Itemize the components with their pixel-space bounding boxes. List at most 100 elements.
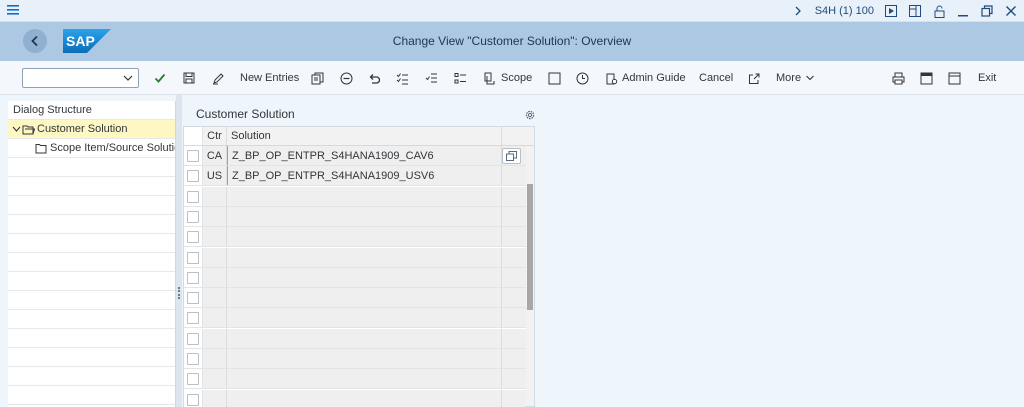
- cell-ctr[interactable]: [203, 206, 227, 226]
- print-button[interactable]: [892, 69, 905, 87]
- cell-solution[interactable]: [227, 267, 502, 287]
- select-block-button[interactable]: [425, 69, 438, 87]
- row-checkbox[interactable]: [187, 210, 199, 223]
- cell-solution[interactable]: [227, 308, 502, 328]
- scope-button[interactable]: Scope: [484, 69, 532, 87]
- cell-ctr[interactable]: US: [203, 166, 227, 186]
- select-all-button[interactable]: [396, 69, 409, 87]
- table-row[interactable]: [184, 247, 534, 268]
- window-layout-button[interactable]: [948, 69, 961, 87]
- table-row[interactable]: US Z_BP_OP_ENTPR_S4HANA1909_USV6: [184, 166, 534, 187]
- minimize-icon[interactable]: [956, 4, 970, 18]
- row-checkbox[interactable]: [187, 170, 199, 183]
- deselect-all-button[interactable]: [454, 69, 467, 87]
- save-button[interactable]: [183, 69, 195, 87]
- undo-button[interactable]: [368, 69, 381, 87]
- cell-ctr[interactable]: [203, 227, 227, 247]
- table-row[interactable]: [184, 369, 534, 390]
- cell-ctr[interactable]: [203, 349, 227, 368]
- cancel-button[interactable]: Cancel: [699, 69, 733, 87]
- cell-solution[interactable]: [227, 206, 502, 226]
- cell-ctr[interactable]: CA: [203, 146, 227, 165]
- copy-as-button[interactable]: [311, 69, 324, 87]
- splitter-handle-icon[interactable]: [178, 287, 180, 299]
- gear-icon[interactable]: [524, 109, 536, 121]
- cell-ctr[interactable]: [203, 186, 227, 206]
- cell-solution[interactable]: [227, 186, 502, 206]
- more-menu-button[interactable]: More: [776, 69, 815, 87]
- chevron-down-icon[interactable]: [122, 72, 134, 84]
- table-row[interactable]: [184, 389, 534, 407]
- delete-button[interactable]: [340, 69, 353, 87]
- history-button[interactable]: [576, 69, 589, 87]
- row-selector[interactable]: [184, 227, 203, 247]
- row-selector[interactable]: [184, 369, 203, 389]
- table-row[interactable]: [184, 206, 534, 227]
- row-selector[interactable]: [184, 349, 203, 368]
- table-row[interactable]: [184, 308, 534, 329]
- scrollbar-thumb[interactable]: [527, 184, 533, 310]
- admin-guide-button[interactable]: Admin Guide: [605, 69, 686, 87]
- cell-solution[interactable]: [227, 349, 502, 368]
- play-icon[interactable]: [884, 4, 898, 18]
- row-selector[interactable]: [184, 308, 203, 328]
- row-selector[interactable]: [184, 186, 203, 206]
- row-selector[interactable]: [184, 267, 203, 287]
- close-icon[interactable]: [1004, 4, 1018, 18]
- cell-solution[interactable]: [227, 247, 502, 267]
- cell-ctr[interactable]: [203, 389, 227, 407]
- row-checkbox[interactable]: [187, 353, 199, 365]
- chevron-right-icon[interactable]: [791, 4, 805, 18]
- row-checkbox[interactable]: [187, 373, 199, 386]
- row-selector[interactable]: [184, 247, 203, 267]
- cell-solution[interactable]: [227, 389, 502, 407]
- row-checkbox[interactable]: [187, 312, 199, 325]
- row-selector[interactable]: [184, 328, 203, 348]
- row-selector[interactable]: [184, 389, 203, 407]
- panel-splitter[interactable]: [176, 95, 182, 407]
- chevron-down-icon[interactable]: [12, 126, 21, 133]
- tree-item-scope-item[interactable]: Scope Item/Source Solutio: [8, 139, 175, 158]
- table-row[interactable]: CA Z_BP_OP_ENTPR_S4HANA1909_CAV6: [184, 146, 534, 166]
- table-row[interactable]: [184, 267, 534, 288]
- cell-ctr[interactable]: [203, 308, 227, 328]
- command-field[interactable]: [22, 68, 139, 88]
- cell-ctr[interactable]: [203, 288, 227, 308]
- new-entries-button[interactable]: New Entries: [240, 69, 299, 87]
- tree-item-customer-solution[interactable]: Customer Solution: [8, 120, 175, 139]
- menu-icon[interactable]: [6, 3, 20, 17]
- table-row[interactable]: [184, 349, 534, 369]
- row-checkbox[interactable]: [187, 271, 199, 284]
- row-checkbox[interactable]: [187, 292, 199, 305]
- exit-button[interactable]: Exit: [978, 69, 996, 87]
- cell-solution[interactable]: [227, 369, 502, 389]
- display-change-button[interactable]: [212, 69, 225, 87]
- row-selector[interactable]: [184, 206, 203, 226]
- table-row[interactable]: [184, 328, 534, 349]
- row-checkbox[interactable]: [187, 150, 199, 162]
- back-button[interactable]: [23, 29, 47, 53]
- cell-ctr[interactable]: [203, 247, 227, 267]
- column-header-ctr[interactable]: Ctr: [203, 127, 227, 145]
- vertical-scrollbar[interactable]: [526, 146, 534, 406]
- row-checkbox[interactable]: [187, 393, 199, 406]
- row-selector[interactable]: [184, 166, 203, 186]
- cell-solution[interactable]: Z_BP_OP_ENTPR_S4HANA1909_USV6: [227, 166, 502, 186]
- table-row[interactable]: [184, 288, 534, 309]
- value-help-button[interactable]: [502, 148, 521, 164]
- layout-icon[interactable]: [908, 4, 922, 18]
- row-checkbox[interactable]: [187, 190, 199, 203]
- new-window-button[interactable]: [920, 69, 933, 87]
- row-checkbox[interactable]: [187, 332, 199, 345]
- table-row[interactable]: [184, 227, 534, 248]
- row-checkbox[interactable]: [187, 231, 199, 244]
- select-all-cell[interactable]: [184, 127, 203, 145]
- cell-ctr[interactable]: [203, 369, 227, 389]
- cell-solution[interactable]: Z_BP_OP_ENTPR_S4HANA1909_CAV6: [227, 146, 502, 165]
- cell-solution[interactable]: [227, 328, 502, 348]
- export-button[interactable]: [748, 69, 761, 87]
- cell-ctr[interactable]: [203, 328, 227, 348]
- enter-button[interactable]: [154, 69, 166, 87]
- cell-ctr[interactable]: [203, 267, 227, 287]
- cell-solution[interactable]: [227, 227, 502, 247]
